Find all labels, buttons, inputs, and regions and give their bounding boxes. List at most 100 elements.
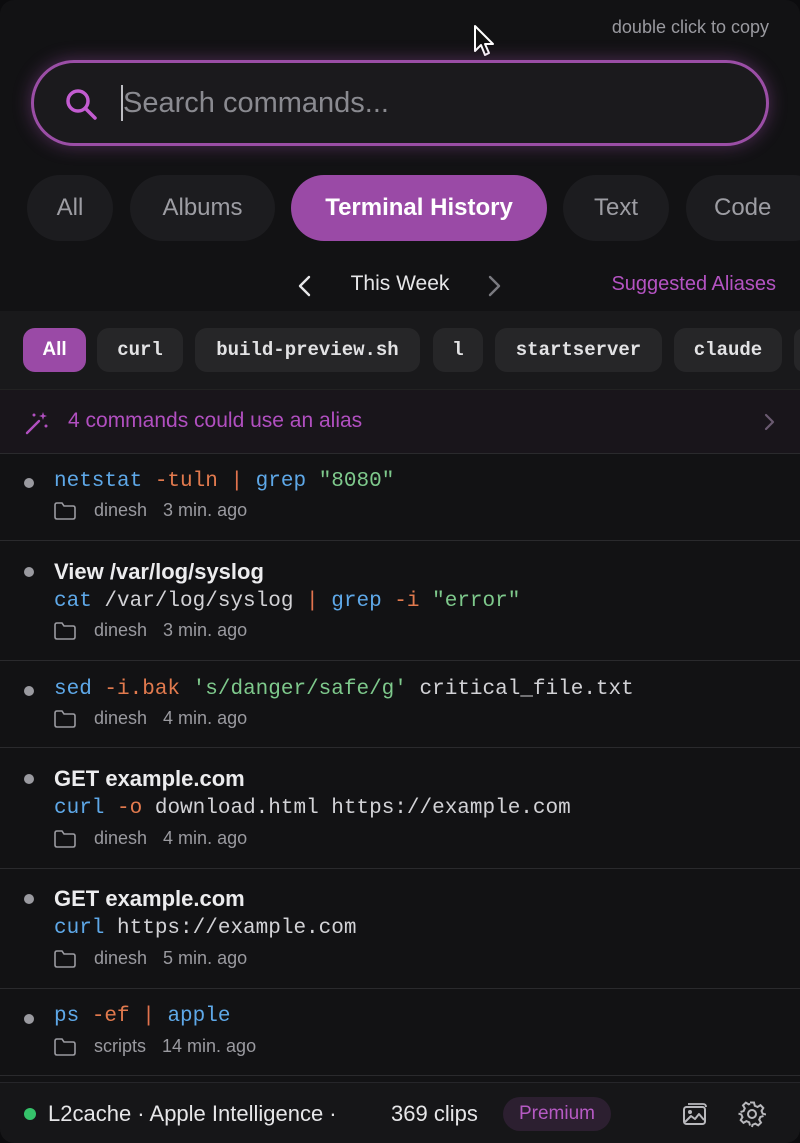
week-label: This Week <box>350 272 450 295</box>
week-navigation: This Week Suggested Aliases <box>0 268 800 304</box>
tab-code[interactable]: Code <box>686 175 800 241</box>
folder-name: dinesh <box>94 948 148 968</box>
command-text: curl https://example.com <box>54 917 356 940</box>
command-token: 's/danger/safe/g' <box>192 678 407 701</box>
item-title: GET example.com <box>54 766 245 791</box>
tab-albums[interactable]: Albums <box>130 175 275 241</box>
bullet-dot <box>24 686 34 696</box>
filter-chip-startserver[interactable]: startserver <box>495 328 662 372</box>
mouse-cursor-icon <box>474 25 494 56</box>
command-token <box>180 678 193 701</box>
timestamp: 14 min. ago <box>162 1036 257 1056</box>
divider <box>0 453 800 454</box>
command-token: critical_file.txt <box>406 678 634 701</box>
folder-name: dinesh <box>94 500 148 520</box>
timestamp: 5 min. ago <box>163 948 248 968</box>
item-meta: dinesh 3 min. ago <box>54 500 247 521</box>
folder-icon <box>54 501 76 520</box>
category-tabs: All Albums Terminal History Text Code <box>0 175 800 241</box>
chevron-right-icon[interactable] <box>482 274 506 298</box>
item-title: View /var/log/syslog <box>54 559 264 584</box>
command-token: | <box>217 470 256 493</box>
filter-chip-overflow[interactable] <box>794 328 800 372</box>
command-token: -i.bak <box>104 678 181 701</box>
item-title: GET example.com <box>54 886 245 911</box>
search-icon <box>66 89 97 120</box>
folder-name: dinesh <box>94 708 148 728</box>
filter-chip-l[interactable]: l <box>433 328 483 372</box>
divider <box>0 747 800 748</box>
divider <box>0 540 800 541</box>
alias-banner-text: 4 commands could use an alias <box>68 409 363 432</box>
divider <box>0 988 800 989</box>
command-token <box>420 590 433 613</box>
divider <box>0 868 800 869</box>
command-token: "8080" <box>318 470 395 493</box>
folder-icon <box>54 829 76 848</box>
filter-chip-build-preview[interactable]: build-preview.sh <box>195 328 420 372</box>
filter-chip-curl[interactable]: curl <box>97 328 183 372</box>
status-footer: L2cache · Apple Intelligence · 369 clips… <box>0 1082 800 1143</box>
image-gallery-icon[interactable] <box>681 1100 709 1128</box>
folder-name: dinesh <box>94 828 148 848</box>
status-indicator <box>24 1108 36 1120</box>
magic-wand-icon <box>25 412 48 435</box>
premium-badge[interactable]: Premium <box>503 1097 611 1131</box>
command-token <box>92 678 105 701</box>
filter-chip-all[interactable]: All <box>23 328 86 372</box>
command-token <box>104 797 117 820</box>
item-meta: dinesh 3 min. ago <box>54 620 247 641</box>
copy-hint: double click to copy <box>611 17 769 37</box>
tab-terminal-history[interactable]: Terminal History <box>291 175 547 241</box>
command-token: -i <box>394 590 420 613</box>
folder-name: scripts <box>94 1036 147 1056</box>
chevron-left-icon[interactable] <box>293 274 317 298</box>
command-token: -o <box>117 797 143 820</box>
bullet-dot <box>24 1014 34 1024</box>
clip-count: 369 clips <box>391 1101 478 1126</box>
alias-suggestion-banner[interactable]: 4 commands could use an alias <box>0 389 800 453</box>
command-token: ps <box>54 1005 80 1028</box>
command-token: apple <box>167 1005 231 1028</box>
command-token: -ef <box>91 1005 130 1028</box>
command-token: | <box>293 590 332 613</box>
command-token: -tuln <box>154 470 218 493</box>
search-bar[interactable] <box>31 60 769 146</box>
command-token: | <box>129 1005 168 1028</box>
folder-icon <box>54 949 76 968</box>
item-meta: dinesh 4 min. ago <box>54 828 247 849</box>
app-window: double click to copy All Albums Terminal… <box>0 0 800 1143</box>
command-token: grep <box>255 470 307 493</box>
search-input[interactable] <box>123 81 723 125</box>
settings-gear-icon[interactable] <box>738 1100 766 1128</box>
command-token: cat <box>54 590 92 613</box>
command-text: curl -o download.html https://example.co… <box>54 797 571 820</box>
timestamp: 4 min. ago <box>163 828 248 848</box>
command-token <box>382 590 395 613</box>
command-token <box>306 470 319 493</box>
item-meta: scripts 14 min. ago <box>54 1036 256 1057</box>
timestamp: 4 min. ago <box>163 708 248 728</box>
suggested-aliases-link[interactable]: Suggested Aliases <box>611 273 776 296</box>
command-token: download.html https://example.com <box>142 797 571 820</box>
item-meta: dinesh 4 min. ago <box>54 708 247 729</box>
bullet-dot <box>24 894 34 904</box>
folder-icon <box>54 1037 76 1056</box>
command-token <box>79 1005 92 1028</box>
command-text: netstat -tuln | grep "8080" <box>54 470 394 493</box>
command-token: sed <box>54 678 92 701</box>
bullet-dot <box>24 567 34 577</box>
filter-chip-claude[interactable]: claude <box>674 328 782 372</box>
item-meta: dinesh 5 min. ago <box>54 948 247 969</box>
folder-icon <box>54 621 76 640</box>
command-token: /var/log/syslog <box>91 590 294 613</box>
timestamp: 3 min. ago <box>163 500 248 520</box>
command-token: netstat <box>54 470 143 493</box>
bullet-dot <box>24 774 34 784</box>
command-token: curl <box>54 797 105 820</box>
tab-all[interactable]: All <box>27 175 113 241</box>
divider <box>0 660 800 661</box>
tab-text[interactable]: Text <box>563 175 669 241</box>
command-token: "error" <box>432 590 521 613</box>
divider <box>0 1075 800 1076</box>
